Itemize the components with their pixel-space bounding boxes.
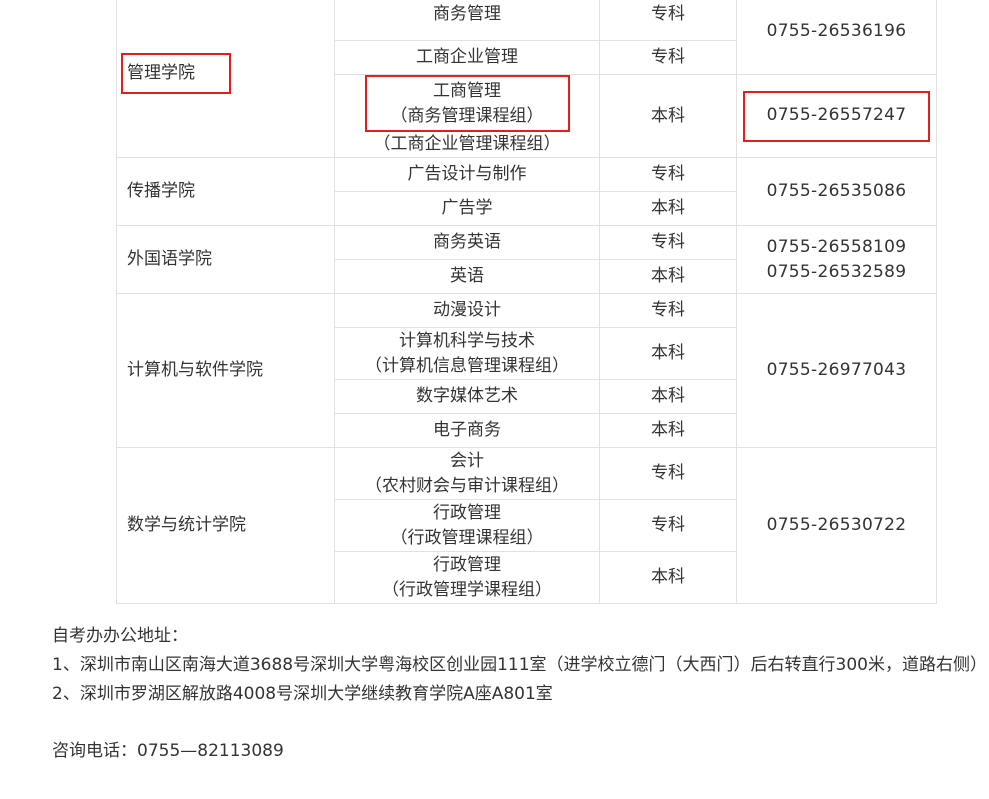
phone-cell: 0755-26536196 [736,0,937,75]
major-cell: 行政管理 （行政管理学课程组） [334,551,600,604]
major-cell: 广告设计与制作 [334,157,600,192]
major-cell: 广告学 [334,191,600,226]
major-name: 计算机科学与技术 [399,330,535,351]
major-cell: 数字媒体艺术 [334,379,600,414]
major-subgroup: （行政管理学课程组） [382,579,552,600]
level-cell: 专科 [599,40,737,75]
major-subgroup: （农村财会与审计课程组） [365,475,569,496]
level-cell: 专科 [599,447,737,500]
level-cell: 专科 [599,225,737,260]
major-cell: 工商企业管理 [334,40,600,75]
major-subgroup: （商务管理课程组） [390,106,544,126]
level-cell: 本科 [599,379,737,414]
level-cell: 本科 [599,259,737,294]
level-cell: 专科 [599,293,737,328]
major-cell: 电子商务 [334,413,600,448]
level-cell: 专科 [599,157,737,192]
phone-cell: 0755-26558109 0755-26532589 [736,225,937,294]
college-name: 管理学院 [121,52,231,94]
level-cell: 本科 [599,327,737,380]
major-cell: 动漫设计 [334,293,600,328]
page: 管理学院 商务管理 专科 0755-26536196 工商企业管理 专科 工商管… [0,0,989,799]
college-cell: 管理学院 [116,0,335,158]
major-name: 工商管理 [433,81,501,101]
college-cell: 计算机与软件学院 [116,293,335,448]
college-cell: 外国语学院 [116,225,335,294]
major-cell: 工商管理 （商务管理课程组） （工商企业管理课程组） [334,74,600,158]
phone-cell: 0755-26557247 [736,74,937,158]
major-name: 广告学 [441,198,493,218]
phone-number: 0755-26532589 [766,261,907,282]
table-row: 传播学院 广告设计与制作 专科 0755-26535086 [116,157,937,226]
level-cell: 本科 [599,191,737,226]
majors-table: 管理学院 商务管理 专科 0755-26536196 工商企业管理 专科 工商管… [116,0,937,604]
major-cell: 商务英语 [334,225,600,260]
address-line: 1、深圳市南山区南海大道3688号深圳大学粤海校区创业园111室（进学校立德门（… [52,655,987,675]
phone-cell: 0755-26977043 [736,293,937,448]
major-name: 商务英语 [433,232,501,252]
major-name: 英语 [450,266,484,286]
major-subgroup: （行政管理课程组） [390,527,544,548]
major-cell: 会计 （农村财会与审计课程组） [334,447,600,500]
office-info: 自考办办公地址： 1、深圳市南山区南海大道3688号深圳大学粤海校区创业园111… [52,622,987,766]
address-heading: 自考办办公地址： [52,626,188,646]
major-name: 广告设计与制作 [407,164,527,184]
college-cell: 传播学院 [116,157,335,226]
address-line: 2、深圳市罗湖区解放路4008号深圳大学继续教育学院A座A801室 [52,684,553,704]
phone-cell: 0755-26530722 [736,447,937,604]
major-name: 工商企业管理 [416,47,518,67]
major-cell: 商务管理 [334,0,600,41]
table-row: 计算机与软件学院 动漫设计 专科 0755-26977043 [116,293,937,448]
table-row: 管理学院 商务管理 专科 0755-26536196 [116,0,937,158]
major-name: 电子商务 [433,420,501,440]
phone-number: 0755-26557247 [742,90,931,142]
major-subgroup: （计算机信息管理课程组） [365,355,569,376]
major-cell: 英语 [334,259,600,294]
level-cell: 专科 [599,0,737,41]
phone-cell: 0755-26535086 [736,157,937,226]
table-row: 数学与统计学院 会计 （农村财会与审计课程组） 专科 0755-26530722 [116,447,937,604]
major-cell: 行政管理 （行政管理课程组） [334,499,600,552]
level-cell: 本科 [599,74,737,158]
major-subgroup: （工商企业管理课程组） [373,134,561,154]
major-highlight: 工商管理 （商务管理课程组） [364,75,570,132]
major-name: 动漫设计 [433,300,501,320]
college-cell: 数学与统计学院 [116,447,335,604]
table-row: 外国语学院 商务英语 专科 0755-26558109 0755-2653258… [116,225,937,294]
phone-number: 0755-26536196 [766,21,907,41]
consult-phone: 咨询电话：0755—82113089 [52,741,284,761]
level-cell: 本科 [599,413,737,448]
major-name: 会计 [450,450,484,471]
major-name: 行政管理 [433,502,501,523]
level-cell: 专科 [599,499,737,552]
phone-number: 0755-26558109 [766,236,907,257]
major-name: 行政管理 [433,554,501,575]
major-cell: 计算机科学与技术 （计算机信息管理课程组） [334,327,600,380]
major-name: 数字媒体艺术 [416,386,518,406]
level-cell: 本科 [599,551,737,604]
major-name: 商务管理 [433,4,501,24]
